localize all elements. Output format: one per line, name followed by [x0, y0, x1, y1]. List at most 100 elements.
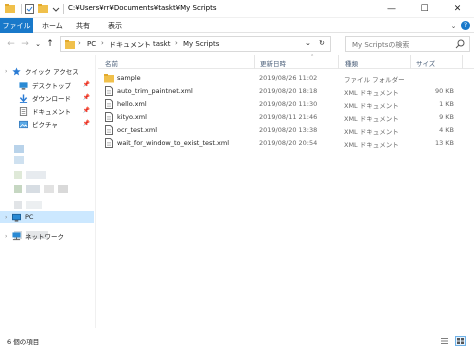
chevron-right-icon[interactable]: ›	[5, 214, 12, 221]
nav-item-pc[interactable]: › PC	[0, 211, 94, 223]
desktop-icon	[19, 81, 28, 90]
nav-quick-access[interactable]: › クイック アクセス	[0, 65, 94, 77]
properties-icon[interactable]	[24, 3, 35, 14]
file-size: 9 KB	[439, 113, 454, 121]
minimize-button[interactable]: —	[375, 0, 408, 18]
refresh-button[interactable]: ↻	[319, 39, 325, 47]
breadcrumb-my-scripts[interactable]: My Scripts	[183, 40, 219, 48]
nav-label: デスクトップ	[32, 82, 71, 90]
obscured-nav-item	[58, 185, 68, 193]
expand-ribbon-button[interactable]: ⌄	[448, 20, 459, 31]
obscured-nav-item	[14, 156, 24, 164]
file-type: XML ドキュメント	[344, 89, 399, 97]
new-folder-icon[interactable]	[37, 3, 48, 14]
search-box[interactable]	[345, 36, 470, 52]
search-input[interactable]	[352, 39, 452, 50]
maximize-button[interactable]: ☐	[408, 0, 441, 18]
help-button[interactable]: ?	[461, 21, 470, 30]
tab-share[interactable]: 共有	[76, 18, 90, 33]
file-name: ocr_test.xml	[117, 126, 158, 134]
address-row: ← → ⌄ ↑ › PC › ドキュメント › taskt › My Scrip…	[0, 33, 474, 55]
pin-icon: 📌	[82, 81, 90, 88]
recent-locations-button[interactable]: ⌄	[32, 38, 44, 50]
breadcrumb-separator[interactable]: ›	[175, 39, 178, 47]
file-name: sample	[117, 74, 141, 82]
column-divider[interactable]	[462, 55, 463, 69]
xml-file-icon	[105, 125, 113, 135]
file-date: 2019/08/20 18:18	[259, 87, 318, 95]
list-item[interactable]: ocr_test.xml 2019/08/20 13:38 XML ドキュメント…	[98, 124, 464, 136]
nav-label: ダウンロード	[32, 95, 71, 103]
details-view-button[interactable]	[439, 336, 450, 346]
obscured-nav-item	[26, 171, 46, 179]
column-divider[interactable]	[254, 55, 255, 69]
breadcrumb-taskt[interactable]: taskt	[153, 40, 170, 48]
breadcrumb-separator[interactable]: ›	[101, 39, 104, 47]
folder-icon	[104, 74, 114, 83]
breadcrumb-separator[interactable]: ›	[145, 39, 148, 47]
list-item[interactable]: sample 2019/08/26 11:02 ファイル フォルダー	[98, 72, 464, 84]
address-dropdown-button[interactable]: ⌄	[305, 39, 311, 47]
xml-file-icon	[105, 112, 113, 122]
file-type: XML ドキュメント	[344, 115, 399, 123]
column-header-type[interactable]: 種類	[345, 58, 358, 68]
pc-icon	[12, 213, 21, 222]
download-icon	[19, 93, 28, 103]
file-type: XML ドキュメント	[344, 141, 399, 149]
folder-icon	[65, 40, 75, 51]
breadcrumb-separator[interactable]: ›	[78, 39, 81, 47]
file-date: 2019/08/20 13:38	[259, 126, 318, 134]
chevron-right-icon[interactable]: ›	[5, 68, 12, 75]
list-item[interactable]: kityo.xml 2019/08/11 21:46 XML ドキュメント 9 …	[98, 111, 464, 123]
pin-icon: 📌	[82, 107, 90, 114]
address-bar[interactable]: › PC › ドキュメント › taskt › My Scripts ⌄ ↻	[60, 36, 331, 52]
details-view-icon	[441, 338, 448, 344]
file-date: 2019/08/20 11:30	[259, 100, 318, 108]
tab-view[interactable]: 表示	[108, 18, 122, 33]
explorer-app-icon[interactable]	[4, 3, 15, 14]
xml-file-icon	[105, 86, 113, 96]
large-icons-view-button[interactable]	[455, 336, 466, 346]
tab-file[interactable]: ファイル	[0, 18, 33, 33]
list-item[interactable]: auto_trim_paintnet.xml 2019/08/20 18:18 …	[98, 85, 464, 97]
column-header-date[interactable]: 更新日時	[260, 58, 286, 68]
nav-item-documents[interactable]: ドキュメント 📌	[0, 105, 94, 117]
nav-item-downloads[interactable]: ダウンロード 📌	[0, 92, 94, 104]
file-name: auto_trim_paintnet.xml	[117, 87, 193, 95]
obscured-nav-item	[26, 185, 40, 193]
status-bar: 6 個の項目	[0, 334, 474, 348]
nav-item-desktop[interactable]: デスクトップ 📌	[0, 79, 94, 91]
column-header-size[interactable]: サイズ	[416, 58, 435, 68]
file-name: wait_for_window_to_exist_test.xml	[117, 139, 230, 147]
tab-home[interactable]: ホーム	[42, 18, 63, 33]
breadcrumb-pc[interactable]: PC	[87, 40, 96, 48]
xml-file-icon	[105, 138, 113, 148]
nav-label: PC	[25, 213, 34, 221]
xml-file-icon	[105, 99, 113, 109]
nav-label: ドキュメント	[32, 108, 71, 116]
nav-item-pictures[interactable]: ピクチャ 📌	[0, 118, 94, 130]
title-bar: C:¥Users¥rr¥Documents¥taskt¥My Scripts —…	[0, 0, 474, 18]
file-size: 13 KB	[434, 139, 454, 147]
pictures-icon	[19, 120, 28, 128]
column-header-name[interactable]: 名前	[105, 58, 118, 68]
forward-button[interactable]: →	[19, 38, 31, 50]
network-icon	[12, 231, 21, 240]
list-item[interactable]: hello.xml 2019/08/20 11:30 XML ドキュメント 1 …	[98, 98, 464, 110]
file-date: 2019/08/26 11:02	[259, 74, 318, 82]
column-divider[interactable]	[338, 55, 339, 69]
search-icon[interactable]	[455, 39, 465, 49]
nav-item-network[interactable]: › ネットワーク	[0, 230, 94, 242]
column-header-row: ⌃ 名前 更新日時 種類 サイズ	[98, 54, 474, 69]
column-divider[interactable]	[410, 55, 411, 69]
back-button[interactable]: ←	[5, 38, 17, 50]
up-button[interactable]: ↑	[44, 38, 56, 50]
obscured-nav-item	[26, 201, 42, 209]
star-icon	[12, 66, 21, 75]
item-count: 6 個の項目	[7, 338, 40, 346]
pane-splitter[interactable]	[95, 55, 96, 328]
close-button[interactable]: ✕	[441, 0, 474, 18]
file-date: 2019/08/11 21:46	[259, 113, 318, 121]
list-item[interactable]: wait_for_window_to_exist_test.xml 2019/0…	[98, 137, 464, 149]
chevron-right-icon[interactable]: ›	[5, 233, 12, 240]
